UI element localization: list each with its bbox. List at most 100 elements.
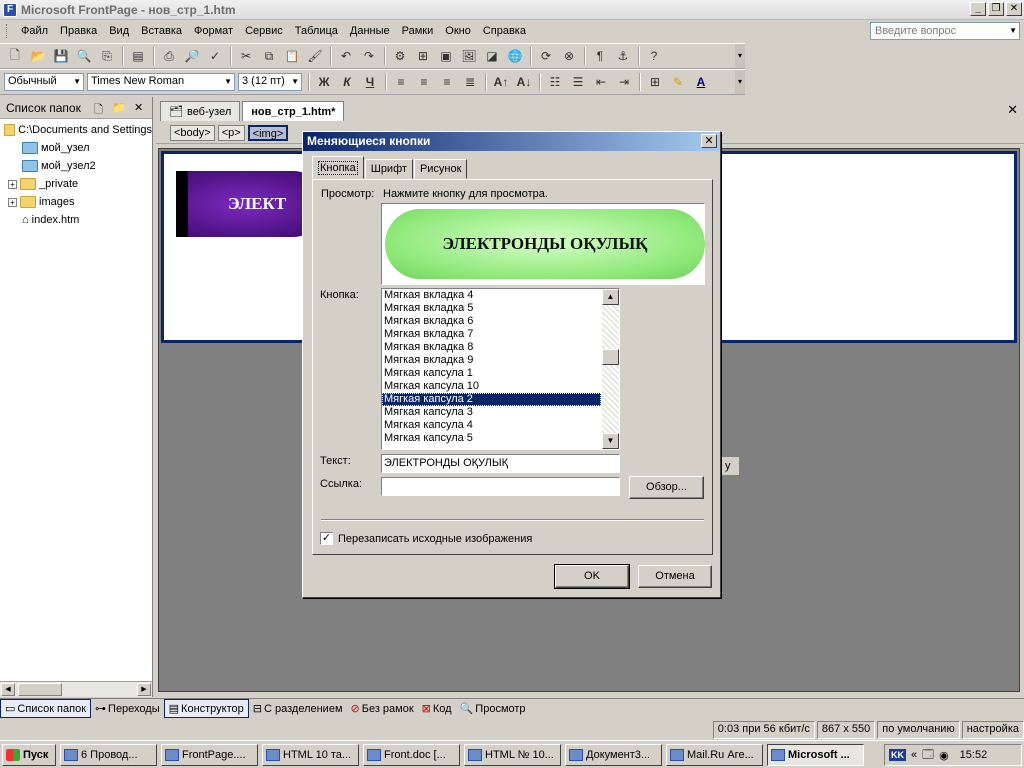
- increase-font-icon[interactable]: A↑: [490, 72, 512, 92]
- expand-icon[interactable]: +: [8, 179, 17, 189]
- taskbar-item[interactable]: HTML 10 та...: [262, 743, 359, 766]
- tab-folder-list[interactable]: ▭ Список папок: [0, 699, 92, 718]
- menu-file[interactable]: Файл: [15, 25, 54, 37]
- menu-tools[interactable]: Сервис: [239, 25, 289, 37]
- cancel-button[interactable]: Отмена: [638, 565, 712, 588]
- highlight-icon[interactable]: ✎: [667, 72, 689, 92]
- menu-window[interactable]: Окно: [439, 25, 477, 37]
- button-text-input[interactable]: ЭЛЕКТРОНДЫ ОҚУЛЫҚ: [381, 454, 620, 473]
- redo-icon[interactable]: ↷: [358, 46, 380, 66]
- refresh-icon[interactable]: ⟳: [535, 46, 557, 66]
- insert-picture-icon[interactable]: 🖼: [458, 46, 480, 66]
- tag-body[interactable]: <body>: [170, 125, 215, 141]
- status-custom[interactable]: настройка: [961, 721, 1024, 739]
- list-item[interactable]: Мягкая капсула 4: [382, 419, 601, 432]
- button-style-list[interactable]: Мягкая вкладка 4 Мягкая вкладка 5 Мягкая в…: [381, 288, 620, 450]
- tab-navigation[interactable]: ⊶ Переходы: [91, 700, 164, 717]
- menu-frames[interactable]: Рамки: [396, 25, 440, 37]
- toggle-pane-icon[interactable]: ▤: [127, 46, 149, 66]
- list-item[interactable]: Мягкая капсула 3: [382, 406, 601, 419]
- tab-no-frames[interactable]: ⊘ Без рамок: [347, 700, 418, 717]
- list-item[interactable]: Мягкая вкладка 7: [382, 328, 601, 341]
- tray-expand-icon[interactable]: «: [911, 749, 917, 761]
- tab-split[interactable]: ⊟ С разделением: [249, 700, 347, 717]
- insert-table-icon[interactable]: ⊞: [412, 46, 434, 66]
- tree-item[interactable]: C:\Documents and Settings: [0, 121, 152, 139]
- list-item[interactable]: Мягкая вкладка 5: [382, 302, 601, 315]
- font-color-icon[interactable]: A: [690, 72, 712, 92]
- list-item[interactable]: Мягкая капсула 1: [382, 367, 601, 380]
- tree-item[interactable]: мой_узел2: [0, 157, 152, 175]
- search-icon[interactable]: 🔍: [73, 46, 95, 66]
- restore-button[interactable]: ❐: [988, 2, 1004, 16]
- italic-icon[interactable]: К: [336, 72, 358, 92]
- dialog-close-button[interactable]: ✕: [701, 134, 717, 148]
- list-scroll-thumb[interactable]: [602, 349, 619, 365]
- taskbar-item[interactable]: Front.doc [...: [363, 743, 460, 766]
- menu-view[interactable]: Вид: [103, 25, 135, 37]
- font-select[interactable]: Times New Roman ▼: [87, 73, 235, 91]
- new-page-icon[interactable]: 🗋: [94, 101, 103, 120]
- tab-code[interactable]: ⊠ Код: [418, 700, 456, 717]
- scroll-thumb[interactable]: [18, 683, 62, 696]
- button-preview[interactable]: ЭЛЕКТРОНДЫ ОҚУЛЫҚ: [381, 203, 705, 285]
- tab-current-page[interactable]: нов_стр_1.htm*: [242, 101, 345, 121]
- start-button[interactable]: Пуск: [2, 743, 56, 766]
- toolbar-options-icon[interactable]: ▾: [735, 44, 745, 68]
- style-select[interactable]: Обычный ▼: [4, 73, 84, 91]
- insert-layer-icon[interactable]: ▣: [435, 46, 457, 66]
- new-folder-icon[interactable]: 📁: [112, 101, 126, 114]
- hyperlink-icon[interactable]: 🌐: [504, 46, 526, 66]
- tag-p[interactable]: <p>: [217, 125, 245, 141]
- list-item[interactable]: Мягкая капсула 2: [382, 393, 601, 406]
- publish-icon[interactable]: ⎘: [96, 46, 118, 66]
- taskbar-item[interactable]: Mail.Ru Аге...: [666, 743, 763, 766]
- save-icon[interactable]: 💾: [50, 46, 72, 66]
- taskbar-item[interactable]: HTML № 10...: [464, 743, 561, 766]
- spelling-icon[interactable]: ✓: [204, 46, 226, 66]
- web-component-icon[interactable]: ⚙: [389, 46, 411, 66]
- list-item[interactable]: Мягкая вкладка 8: [382, 341, 601, 354]
- tree-item[interactable]: ⌂ index.htm: [0, 211, 152, 229]
- tree-item[interactable]: + _private: [0, 175, 152, 193]
- scroll-up-icon[interactable]: ▲: [602, 289, 619, 305]
- tab-preview[interactable]: 🔍 Просмотр: [456, 700, 530, 717]
- list-item[interactable]: Мягкая вкладка 4: [382, 289, 601, 302]
- new-page-icon[interactable]: 🗋: [4, 46, 26, 66]
- taskbar-item[interactable]: Microsoft ...: [767, 743, 864, 766]
- menu-insert[interactable]: Вставка: [135, 25, 188, 37]
- anchor-icon[interactable]: ⚓: [612, 46, 634, 66]
- minimize-button[interactable]: _: [970, 2, 986, 16]
- close-icon[interactable]: ✕: [134, 101, 143, 114]
- bullets-icon[interactable]: ☰: [567, 72, 589, 92]
- open-icon[interactable]: 📂: [27, 46, 49, 66]
- overwrite-checkbox[interactable]: ✓: [320, 532, 333, 545]
- menu-help[interactable]: Справка: [477, 25, 532, 37]
- list-item[interactable]: Мягкая капсула 5: [382, 432, 601, 445]
- tab-website[interactable]: 🗂 веб-узел: [160, 101, 241, 121]
- help-icon[interactable]: ?: [643, 46, 665, 66]
- show-all-icon[interactable]: ¶: [589, 46, 611, 66]
- align-left-icon[interactable]: ≡: [390, 72, 412, 92]
- folder-hscrollbar[interactable]: ◀ ▶: [0, 681, 152, 697]
- decrease-font-icon[interactable]: A↓: [513, 72, 535, 92]
- undo-icon[interactable]: ↶: [335, 46, 357, 66]
- decrease-indent-icon[interactable]: ⇤: [590, 72, 612, 92]
- taskbar-item[interactable]: 6 Провод...: [60, 743, 157, 766]
- menu-table[interactable]: Таблица: [289, 25, 344, 37]
- list-scrollbar[interactable]: ▲ ▼: [602, 289, 619, 449]
- justify-icon[interactable]: ≣: [459, 72, 481, 92]
- tab-design[interactable]: ▤ Конструктор: [163, 699, 249, 718]
- list-item[interactable]: Мягкая вкладка 9: [382, 354, 601, 367]
- menu-data[interactable]: Данные: [344, 25, 396, 37]
- browse-button[interactable]: Обзор...: [629, 476, 704, 499]
- status-default[interactable]: по умолчанию: [877, 721, 960, 739]
- scroll-left-icon[interactable]: ◀: [1, 683, 15, 696]
- tag-img[interactable]: <img>: [247, 125, 289, 141]
- increase-indent-icon[interactable]: ⇥: [613, 72, 635, 92]
- menu-edit[interactable]: Правка: [54, 25, 103, 37]
- borders-icon[interactable]: ⊞: [644, 72, 666, 92]
- preview-button[interactable]: ЭЛЕКТРОНДЫ ОҚУЛЫҚ: [385, 209, 705, 279]
- stop-icon[interactable]: ⊗: [558, 46, 580, 66]
- align-right-icon[interactable]: ≡: [436, 72, 458, 92]
